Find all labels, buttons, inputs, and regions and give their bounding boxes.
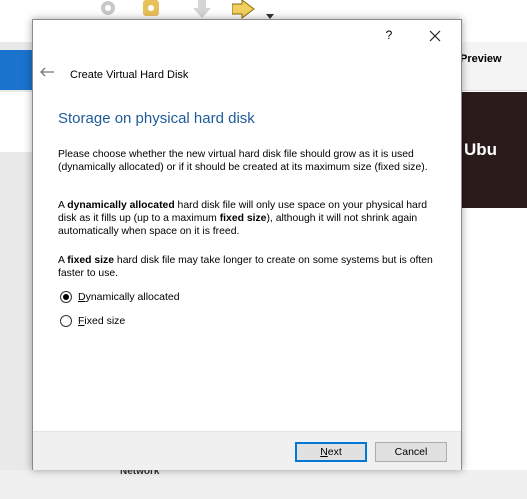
dynamically-allocated-radio[interactable] [60,291,72,303]
dynamic-description: A dynamically allocated hard disk file w… [58,200,428,237]
create-virtual-hard-disk-dialog: ? Create Virtual Hard Disk Storage on ph… [32,19,462,470]
discard-icon[interactable] [140,0,164,20]
preview-text: Ubu [464,140,498,159]
dialog-titlebar: ? [33,20,461,52]
dialog-footer: Next Cancel [33,431,461,470]
intro-text: Please choose whether the new virtual ha… [58,149,428,173]
machine-list-item[interactable] [0,92,36,152]
machine-list-selected-item[interactable] [0,50,36,90]
start-arrow-icon[interactable] [232,0,256,20]
dialog-title: Create Virtual Hard Disk [70,69,189,81]
dynamically-allocated-label[interactable]: Dynamically allocated [78,291,180,303]
down-arrow-icon[interactable] [190,0,214,20]
preview-header [460,42,527,91]
radio-selected-dot [63,294,69,300]
next-button[interactable]: Next [295,442,367,462]
preview-label: Preview [460,53,502,65]
fixed-size-label[interactable]: Fixed size [78,315,125,327]
fixed-description: A fixed size hard disk file may take lon… [58,255,433,279]
details-bottom [0,470,527,499]
page-title: Storage on physical hard disk [58,110,255,127]
help-button[interactable]: ? [381,28,397,44]
close-icon[interactable] [425,26,445,46]
back-arrow-icon[interactable] [39,66,55,78]
fixed-size-radio[interactable] [60,315,72,327]
cancel-button[interactable]: Cancel [375,442,447,462]
settings-icon[interactable] [96,0,120,20]
